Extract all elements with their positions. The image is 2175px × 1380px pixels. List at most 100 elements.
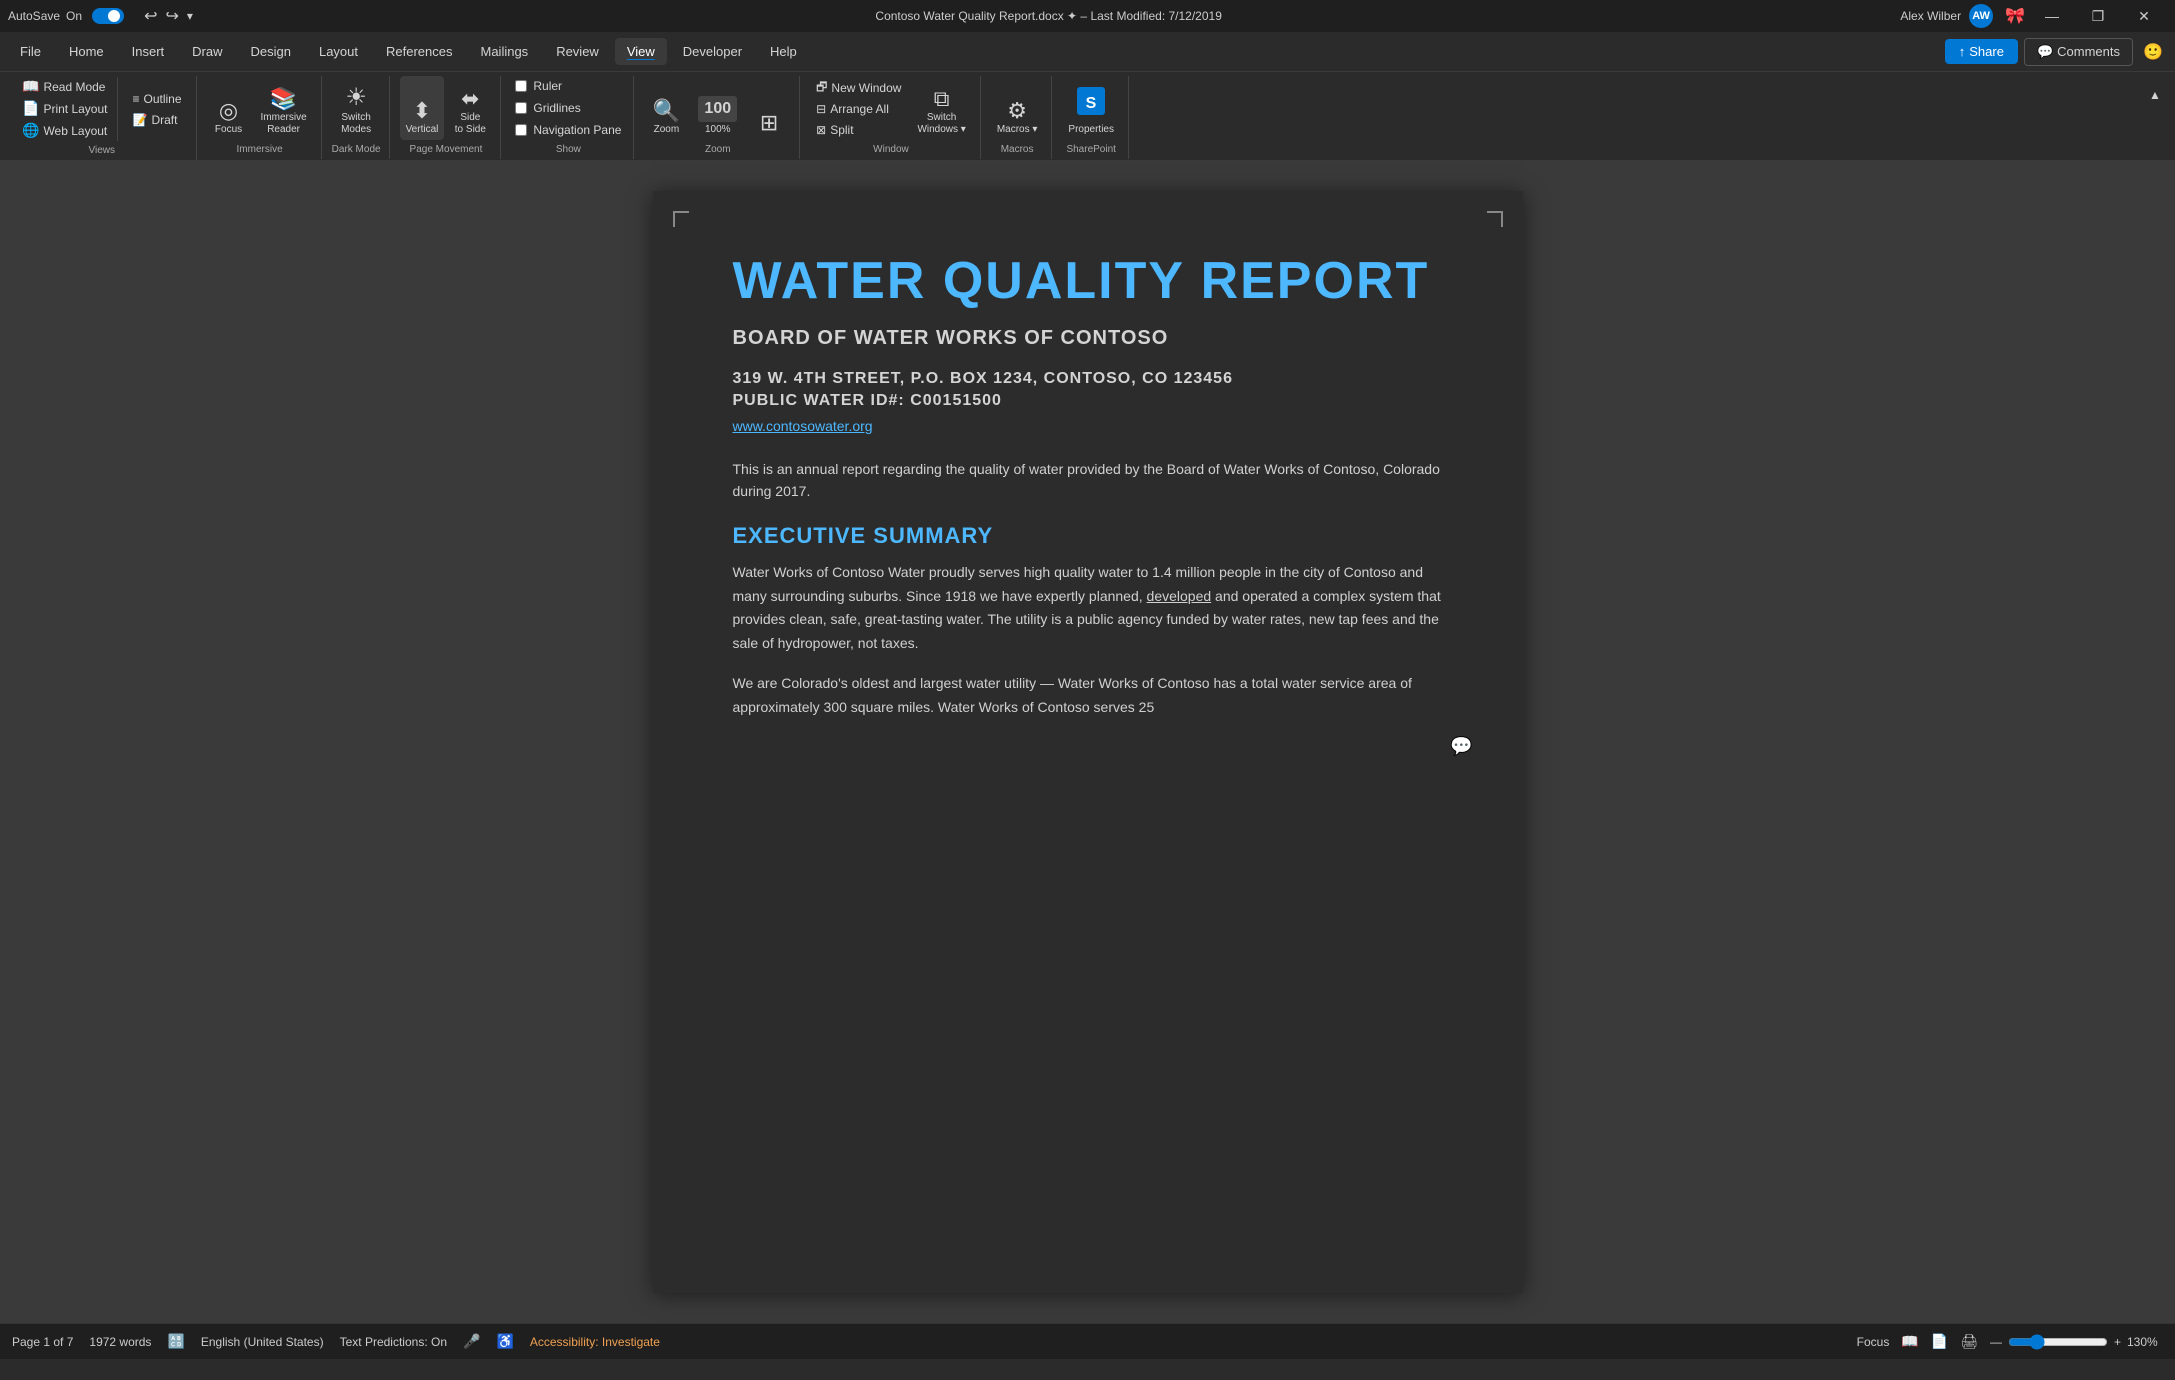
share-button[interactable]: ↑ Share	[1945, 39, 2018, 64]
exec-summary-p1: Water Works of Contoso Water proudly ser…	[733, 561, 1443, 656]
focus-button[interactable]: ◎ Focus	[207, 76, 251, 140]
ribbon-group-page-movement: ⬍ Vertical ⬌ Sideto Side Page Movement	[392, 76, 502, 159]
text-predictions-label[interactable]: Text Predictions: On	[340, 1335, 447, 1349]
zoom-slider-container: — + 130%	[1990, 1334, 2163, 1350]
outline-button[interactable]: ≡ Outline	[126, 89, 187, 109]
ribbon-group-zoom: 🔍 Zoom 100 100% ⊞ Zoom	[636, 76, 800, 159]
menu-file[interactable]: File	[8, 38, 53, 65]
menu-references[interactable]: References	[374, 38, 464, 65]
comments-button[interactable]: 💬 Comments	[2024, 38, 2133, 66]
undo-icon[interactable]: ↩	[140, 6, 161, 26]
comment-icon[interactable]: 💬	[1450, 736, 1472, 757]
language-label[interactable]: English (United States)	[201, 1335, 324, 1349]
zoom-slider[interactable]	[2008, 1334, 2108, 1350]
menu-insert[interactable]: Insert	[120, 38, 177, 65]
zoom-pages-icon: ⊞	[760, 112, 778, 134]
close-button[interactable]: ✕	[2121, 0, 2167, 32]
menu-design[interactable]: Design	[239, 38, 303, 65]
underline-developed: developed	[1147, 588, 1212, 604]
corner-tl	[673, 211, 689, 227]
menu-developer[interactable]: Developer	[671, 38, 754, 65]
ruler-checkbox[interactable]	[515, 80, 527, 92]
document-area: WATER QUALITY REPORT BOARD OF WATER WORK…	[0, 161, 2175, 1323]
draft-button[interactable]: 📝 Draft	[126, 110, 187, 130]
gridlines-checkbox-label[interactable]: Gridlines	[511, 100, 625, 116]
autosave-on-label: On	[66, 9, 82, 23]
collapse-ribbon-button[interactable]: ▲	[2143, 80, 2167, 104]
collapse-icon: ▲	[2149, 88, 2161, 102]
arrange-all-icon: ⊟	[816, 102, 826, 116]
autosave-toggle[interactable]	[92, 8, 124, 24]
menu-layout[interactable]: Layout	[307, 38, 370, 65]
restore-button[interactable]: ❐	[2075, 0, 2121, 32]
zoom-level[interactable]: 130%	[2127, 1335, 2163, 1349]
navigation-pane-checkbox-label[interactable]: Navigation Pane	[511, 122, 625, 138]
vertical-icon: ⬍	[413, 100, 431, 122]
document-subtitle: BOARD OF WATER WORKS OF CONTOSO	[733, 327, 1443, 350]
focus-button[interactable]: Focus	[1857, 1335, 1890, 1349]
print-layout-icon[interactable]: 📄	[1931, 1333, 1948, 1350]
switch-windows-button[interactable]: ⧉ SwitchWindows ▾	[911, 76, 971, 140]
reader-view-icon[interactable]: 📖	[1901, 1333, 1918, 1350]
zoom-100-button[interactable]: 100 100%	[692, 76, 743, 140]
print-layout-button[interactable]: 📄 Print Layout	[16, 98, 113, 119]
side-to-side-button[interactable]: ⬌ Sideto Side	[448, 76, 492, 140]
zoom-in-button[interactable]: +	[2114, 1335, 2121, 1349]
page-movement-label: Page Movement	[410, 144, 483, 155]
immersive-reader-button[interactable]: 📚 ImmersiveReader	[255, 76, 313, 140]
menu-right: ↑ Share 💬 Comments 🙂	[1945, 38, 2167, 66]
split-button[interactable]: ⊠ Split	[810, 120, 907, 140]
page-layout-icon[interactable]: 🖨	[1960, 1333, 1978, 1350]
switch-modes-icon: ☀	[345, 86, 367, 110]
immersive-reader-icon: 📚	[270, 88, 297, 110]
autosave-label: AutoSave	[8, 9, 60, 23]
menu-view[interactable]: View	[615, 38, 667, 65]
status-bar-right: Focus 📖 📄 🖨 — + 130%	[1857, 1333, 2163, 1350]
zoom-items: 🔍 Zoom 100 100% ⊞	[644, 76, 791, 140]
vertical-button[interactable]: ⬍ Vertical	[400, 76, 445, 140]
gridlines-checkbox[interactable]	[515, 102, 527, 114]
new-window-icon: 🗗	[816, 78, 827, 99]
minimize-button[interactable]: —	[2029, 0, 2075, 32]
document-website[interactable]: www.contosowater.org	[733, 418, 1443, 434]
quick-access-more[interactable]: ▾	[183, 9, 197, 23]
window-items: 🗗 New Window ⊟ Arrange All ⊠ Split ⧉ Swi…	[810, 76, 972, 140]
sharepoint-label: SharePoint	[1066, 144, 1115, 155]
menu-help[interactable]: Help	[758, 38, 809, 65]
zoom-out-button[interactable]: —	[1990, 1335, 2002, 1349]
navigation-pane-checkbox[interactable]	[515, 124, 527, 136]
ribbon-icon[interactable]: 🎀	[2001, 6, 2029, 26]
zoom-100-icon: 100	[698, 96, 737, 122]
toggle-knob	[108, 10, 120, 22]
macros-button[interactable]: ⚙ Macros ▾	[991, 76, 1044, 140]
zoom-pages-button[interactable]: ⊞	[747, 76, 791, 140]
feedback-button[interactable]: 🙂	[2139, 38, 2167, 66]
arrange-all-button[interactable]: ⊟ Arrange All	[810, 99, 907, 119]
title-bar: AutoSave On ↩ ↪ ▾ Contoso Water Quality …	[0, 0, 2175, 32]
focus-icon: ◎	[219, 100, 238, 122]
menu-mailings[interactable]: Mailings	[469, 38, 541, 65]
properties-icon: S	[1075, 85, 1107, 122]
accessibility-label[interactable]: Accessibility: Investigate	[530, 1335, 660, 1349]
menu-draw[interactable]: Draw	[180, 38, 234, 65]
macros-items: ⚙ Macros ▾	[991, 76, 1044, 140]
ribbon-group-window: 🗗 New Window ⊟ Arrange All ⊠ Split ⧉ Swi…	[802, 76, 981, 159]
darkmode-label: Dark Mode	[332, 144, 381, 155]
menu-review[interactable]: Review	[544, 38, 611, 65]
read-mode-button[interactable]: 📖 Read Mode	[16, 76, 113, 97]
user-avatar[interactable]: AW	[1969, 4, 1993, 28]
web-layout-icon: 🌐	[22, 122, 39, 139]
document-main-title: WATER QUALITY REPORT	[733, 251, 1443, 311]
side-to-side-icon: ⬌	[461, 88, 479, 110]
redo-icon[interactable]: ↪	[161, 6, 182, 26]
web-layout-button[interactable]: 🌐 Web Layout	[16, 120, 113, 141]
switch-modes-button[interactable]: ☀ SwitchModes	[334, 76, 378, 140]
new-window-button[interactable]: 🗗 New Window	[810, 78, 907, 98]
word-count[interactable]: 1972 words	[89, 1335, 151, 1349]
exec-summary-p2: We are Colorado's oldest and largest wat…	[733, 672, 1443, 720]
ruler-checkbox-label[interactable]: Ruler	[511, 78, 625, 94]
properties-button[interactable]: S Properties	[1062, 76, 1120, 140]
menu-home[interactable]: Home	[57, 38, 116, 65]
zoom-button[interactable]: 🔍 Zoom	[644, 76, 688, 140]
document-intro: This is an annual report regarding the q…	[733, 458, 1443, 503]
